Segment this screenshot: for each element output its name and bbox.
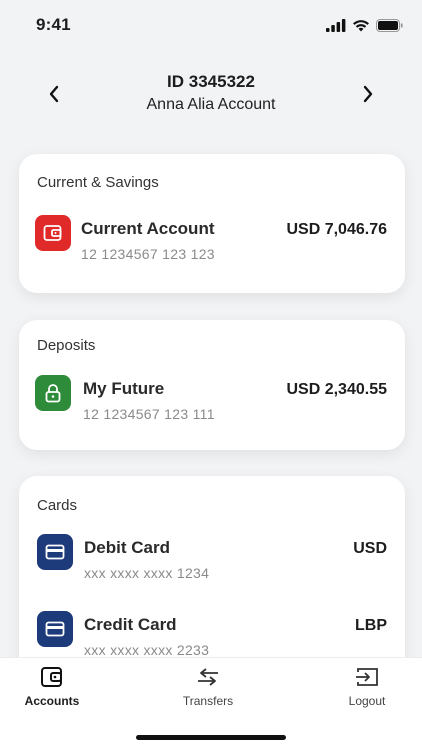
tab-accounts[interactable]: Accounts — [0, 666, 107, 720]
section-title: Current & Savings — [37, 174, 159, 191]
account-row-debit-card[interactable]: Debit Card xxx xxxx xxxx 1234 USD — [19, 534, 405, 590]
account-name: My Future — [83, 379, 165, 398]
transfer-arrows-icon — [198, 668, 218, 686]
status-time: 9:41 — [36, 15, 71, 34]
chevron-left-icon — [49, 85, 59, 103]
account-header: ID 3345322 Anna Alia Account — [0, 66, 422, 126]
tab-logout[interactable]: Logout — [312, 666, 422, 720]
card-currency: LBP — [355, 617, 387, 634]
account-balance: USD 7,046.76 — [286, 221, 387, 238]
account-row-my-future[interactable]: My Future 12 1234567 123 111 USD 2,340.5… — [19, 375, 405, 431]
previous-account-button[interactable] — [40, 80, 68, 108]
tab-label: Transfers — [182, 694, 234, 708]
credit-card-icon — [37, 534, 73, 570]
credit-card-icon — [37, 611, 73, 647]
account-balance: USD 2,340.55 — [286, 381, 387, 398]
deposits-card: Deposits My Future 12 1234567 123 111 US… — [19, 320, 405, 450]
cellular-signal-icon — [326, 18, 346, 32]
wallet-icon — [35, 215, 71, 251]
account-row-current-account[interactable]: Current Account 12 1234567 123 123 USD 7… — [19, 215, 405, 271]
logout-icon — [356, 668, 378, 686]
current-savings-card: Current & Savings Current Account 12 123… — [19, 154, 405, 293]
status-bar: 9:41 — [0, 0, 422, 50]
card-number: xxx xxxx xxxx 1234 — [84, 565, 210, 581]
tab-label: Logout — [348, 694, 386, 708]
home-indicator — [136, 735, 286, 740]
section-title: Deposits — [37, 337, 96, 354]
account-number: 12 1234567 123 111 — [83, 406, 215, 422]
section-title: Cards — [37, 497, 78, 514]
account-name: Current Account — [81, 219, 215, 238]
tab-label: Accounts — [24, 694, 80, 708]
card-number: xxx xxxx xxxx 2233 — [84, 642, 210, 658]
next-account-button[interactable] — [354, 80, 382, 108]
chevron-right-icon — [363, 85, 373, 103]
tab-transfers[interactable]: Transfers — [153, 666, 263, 720]
card-name: Credit Card — [84, 615, 177, 634]
wifi-icon — [353, 19, 369, 31]
wallet-icon — [41, 667, 62, 687]
card-currency: USD — [353, 540, 387, 557]
account-number: 12 1234567 123 123 — [81, 246, 215, 262]
status-icons — [326, 18, 404, 32]
battery-icon — [376, 18, 403, 32]
card-name: Debit Card — [84, 538, 170, 557]
lock-icon — [35, 375, 71, 411]
